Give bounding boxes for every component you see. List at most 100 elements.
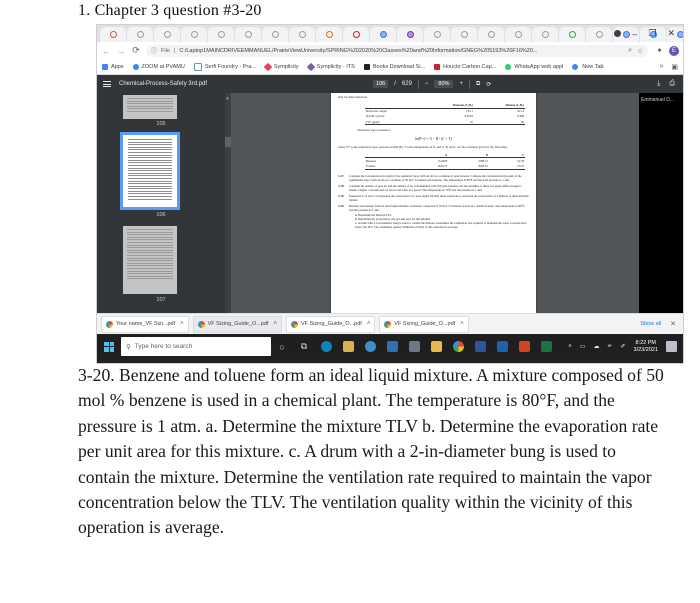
browser-tab[interactable] (235, 27, 261, 42)
tab-favicon-icon (460, 31, 468, 38)
bookmark-item-newtab[interactable]: New Tab (572, 63, 604, 70)
taskbar-app-store[interactable] (337, 334, 359, 359)
browser-tab[interactable] (127, 27, 153, 42)
browser-tab[interactable] (478, 27, 504, 42)
browser-tab[interactable] (532, 27, 558, 42)
pdf-thumbnail-selected[interactable] (120, 132, 180, 210)
browser-tab[interactable] (397, 27, 423, 42)
browser-tab[interactable] (451, 27, 477, 42)
pdf-page-viewer[interactable]: + able for these materials: Benzene (C₆H… (225, 93, 683, 313)
bookmark-item-books[interactable]: Books Download Si... (363, 63, 425, 70)
taskbar-app-edge[interactable] (315, 334, 337, 359)
pdf-zoom-level[interactable]: 80% (434, 80, 454, 88)
taskbar-app-outlook[interactable] (491, 334, 513, 359)
minimize-button[interactable]: – (632, 29, 637, 39)
taskbar-app-mail[interactable] (381, 334, 403, 359)
address-bar[interactable]: ⓘ File | C:/Laptop1MAINCDRIVEEMMANUEL/Pr… (146, 44, 649, 57)
browser-tab[interactable] (154, 27, 180, 42)
tray-volume-icon[interactable]: ⦵ (607, 343, 612, 350)
pdf-print-icon[interactable]: ⎙ (669, 80, 675, 88)
bookmark-star-icon[interactable]: ☆ (637, 47, 643, 55)
browser-tab[interactable] (343, 27, 369, 42)
pdf-thumbnail[interactable] (123, 226, 177, 294)
bookmark-item-apps[interactable]: Apps (102, 63, 124, 70)
taskbar-clock[interactable]: 8:22 PM 3/23/2021 (634, 340, 658, 354)
maximize-button[interactable]: ❐ (648, 28, 656, 39)
tab-favicon-icon (433, 31, 441, 38)
extensions-icon[interactable]: ✦ (656, 46, 663, 55)
chevron-up-icon[interactable]: ˄ (271, 321, 277, 327)
browser-tab[interactable] (370, 27, 396, 42)
chrome-menu-icon[interactable] (614, 30, 622, 37)
bookmark-label: WhatsApp web appl (514, 63, 564, 70)
browser-tab[interactable] (289, 27, 315, 42)
browser-tab[interactable] (208, 27, 234, 42)
taskbar-task-view-button[interactable]: ○ (271, 334, 293, 359)
tray-pen-icon[interactable]: ✐ (621, 343, 626, 350)
chevron-up-icon[interactable]: ˄ (458, 321, 464, 327)
chevron-up-icon[interactable]: ˄ (178, 321, 184, 327)
close-button[interactable]: ✕ (667, 28, 675, 39)
bookmarks-overflow-icon[interactable]: » (659, 63, 663, 70)
pdf-download-icon[interactable]: ⤓ (657, 80, 660, 88)
weather-icon (408, 341, 420, 352)
browser-tab[interactable] (262, 27, 288, 42)
taskbar-app-globe[interactable] (359, 334, 381, 359)
page-root: 1. Chapter 3 question #3-20 – ❐ ✕ ← → ⟳ … (0, 0, 700, 603)
hamburger-icon[interactable] (103, 80, 111, 89)
bookmark-item-houcto[interactable]: Houcto Carbon Cap... (434, 63, 496, 70)
taskbar-app-word[interactable] (469, 334, 491, 359)
reading-list-icon[interactable]: ▣ (671, 63, 678, 71)
browser-tab[interactable] (424, 27, 450, 42)
taskbar-app-powerpoint[interactable] (513, 334, 535, 359)
page-info-icon[interactable]: ⓘ (151, 46, 157, 55)
pdf-zoom-out-button[interactable]: − (425, 81, 429, 87)
download-item[interactable]: VF Sizing_Guide_O...pdf ˄ (285, 315, 376, 333)
pdf-zoom-in-button[interactable]: + (459, 81, 463, 87)
pdf-thumbnail[interactable] (123, 95, 177, 119)
taskbar-cortana-button[interactable]: ⧉ (293, 334, 315, 359)
close-downloads-bar-icon[interactable]: ✕ (670, 320, 676, 328)
tray-chevron-up-icon[interactable]: ˄ (568, 344, 572, 350)
taskbar-app-explorer[interactable] (425, 334, 447, 359)
pdf-page-number-input[interactable]: 106 (373, 80, 389, 88)
download-item[interactable]: VF Sizing_Guide_O...pdf ˄ (379, 315, 469, 333)
bookmark-item-symplicity[interactable]: Symplicity (263, 62, 299, 71)
taskbar-app-excel[interactable] (535, 334, 557, 359)
show-all-downloads-link[interactable]: Show all (640, 321, 661, 327)
taskbar-search-input[interactable]: ⚲ Type here to search (121, 337, 271, 356)
bookmark-item-serfi[interactable]: Serfi Foundry - Pra... (193, 62, 256, 71)
taskbar-app-weather[interactable] (403, 334, 425, 359)
pdf-thumbnail-panel[interactable]: 105 106 107 (97, 93, 225, 313)
tray-onedrive-icon[interactable]: ☁ (593, 343, 599, 350)
pdf-scrollbar-thumb[interactable] (225, 137, 231, 147)
start-button[interactable] (99, 334, 119, 359)
bookmark-item-whatsapp[interactable]: WhatsApp web appl (505, 63, 564, 70)
pdf-problem-3-20: 3-20. Benzene and toluene form an ideal … (338, 204, 529, 230)
bookmark-item-zoom[interactable]: ZOOM at PVAMU (132, 63, 185, 70)
chevron-up-icon[interactable]: ˄ (365, 321, 371, 327)
download-item[interactable]: Your name_VF Sizi...pdf ˄ (101, 315, 189, 333)
zoom-icon (132, 63, 139, 70)
browser-tab[interactable] (100, 27, 126, 42)
search-icon[interactable]: ⌕ (628, 47, 632, 55)
forward-button[interactable]: → (116, 46, 126, 56)
pdf-rotate-icon[interactable]: ⟳ (486, 81, 491, 88)
pdf-file-name: Chemical-Process-Safety 3rd.pdf (119, 81, 208, 87)
download-item[interactable]: VF Sizing_Guide_O...pdf ˄ (192, 315, 282, 333)
back-button[interactable]: ← (101, 46, 111, 56)
pdf-gutter-expand-icon[interactable]: + (226, 96, 229, 102)
browser-tab[interactable] (181, 27, 207, 42)
reload-button[interactable]: ⟳ (131, 45, 141, 56)
bookmark-item-symplicity-its[interactable]: Symplicity - ITS (306, 62, 355, 71)
pdf-where-text: where Pˢᵃᵗ is the saturation vapor press… (338, 144, 508, 149)
tray-network-icon[interactable]: ▭ (580, 343, 586, 350)
browser-tab[interactable] (586, 27, 612, 42)
profile-avatar[interactable]: E (669, 45, 679, 56)
browser-tab[interactable] (559, 27, 585, 42)
notification-center-icon[interactable] (666, 341, 677, 352)
browser-tab[interactable] (316, 27, 342, 42)
pdf-fit-page-icon[interactable]: ⧉ (476, 81, 480, 88)
browser-tab[interactable] (505, 27, 531, 42)
taskbar-app-chrome[interactable] (447, 334, 469, 359)
